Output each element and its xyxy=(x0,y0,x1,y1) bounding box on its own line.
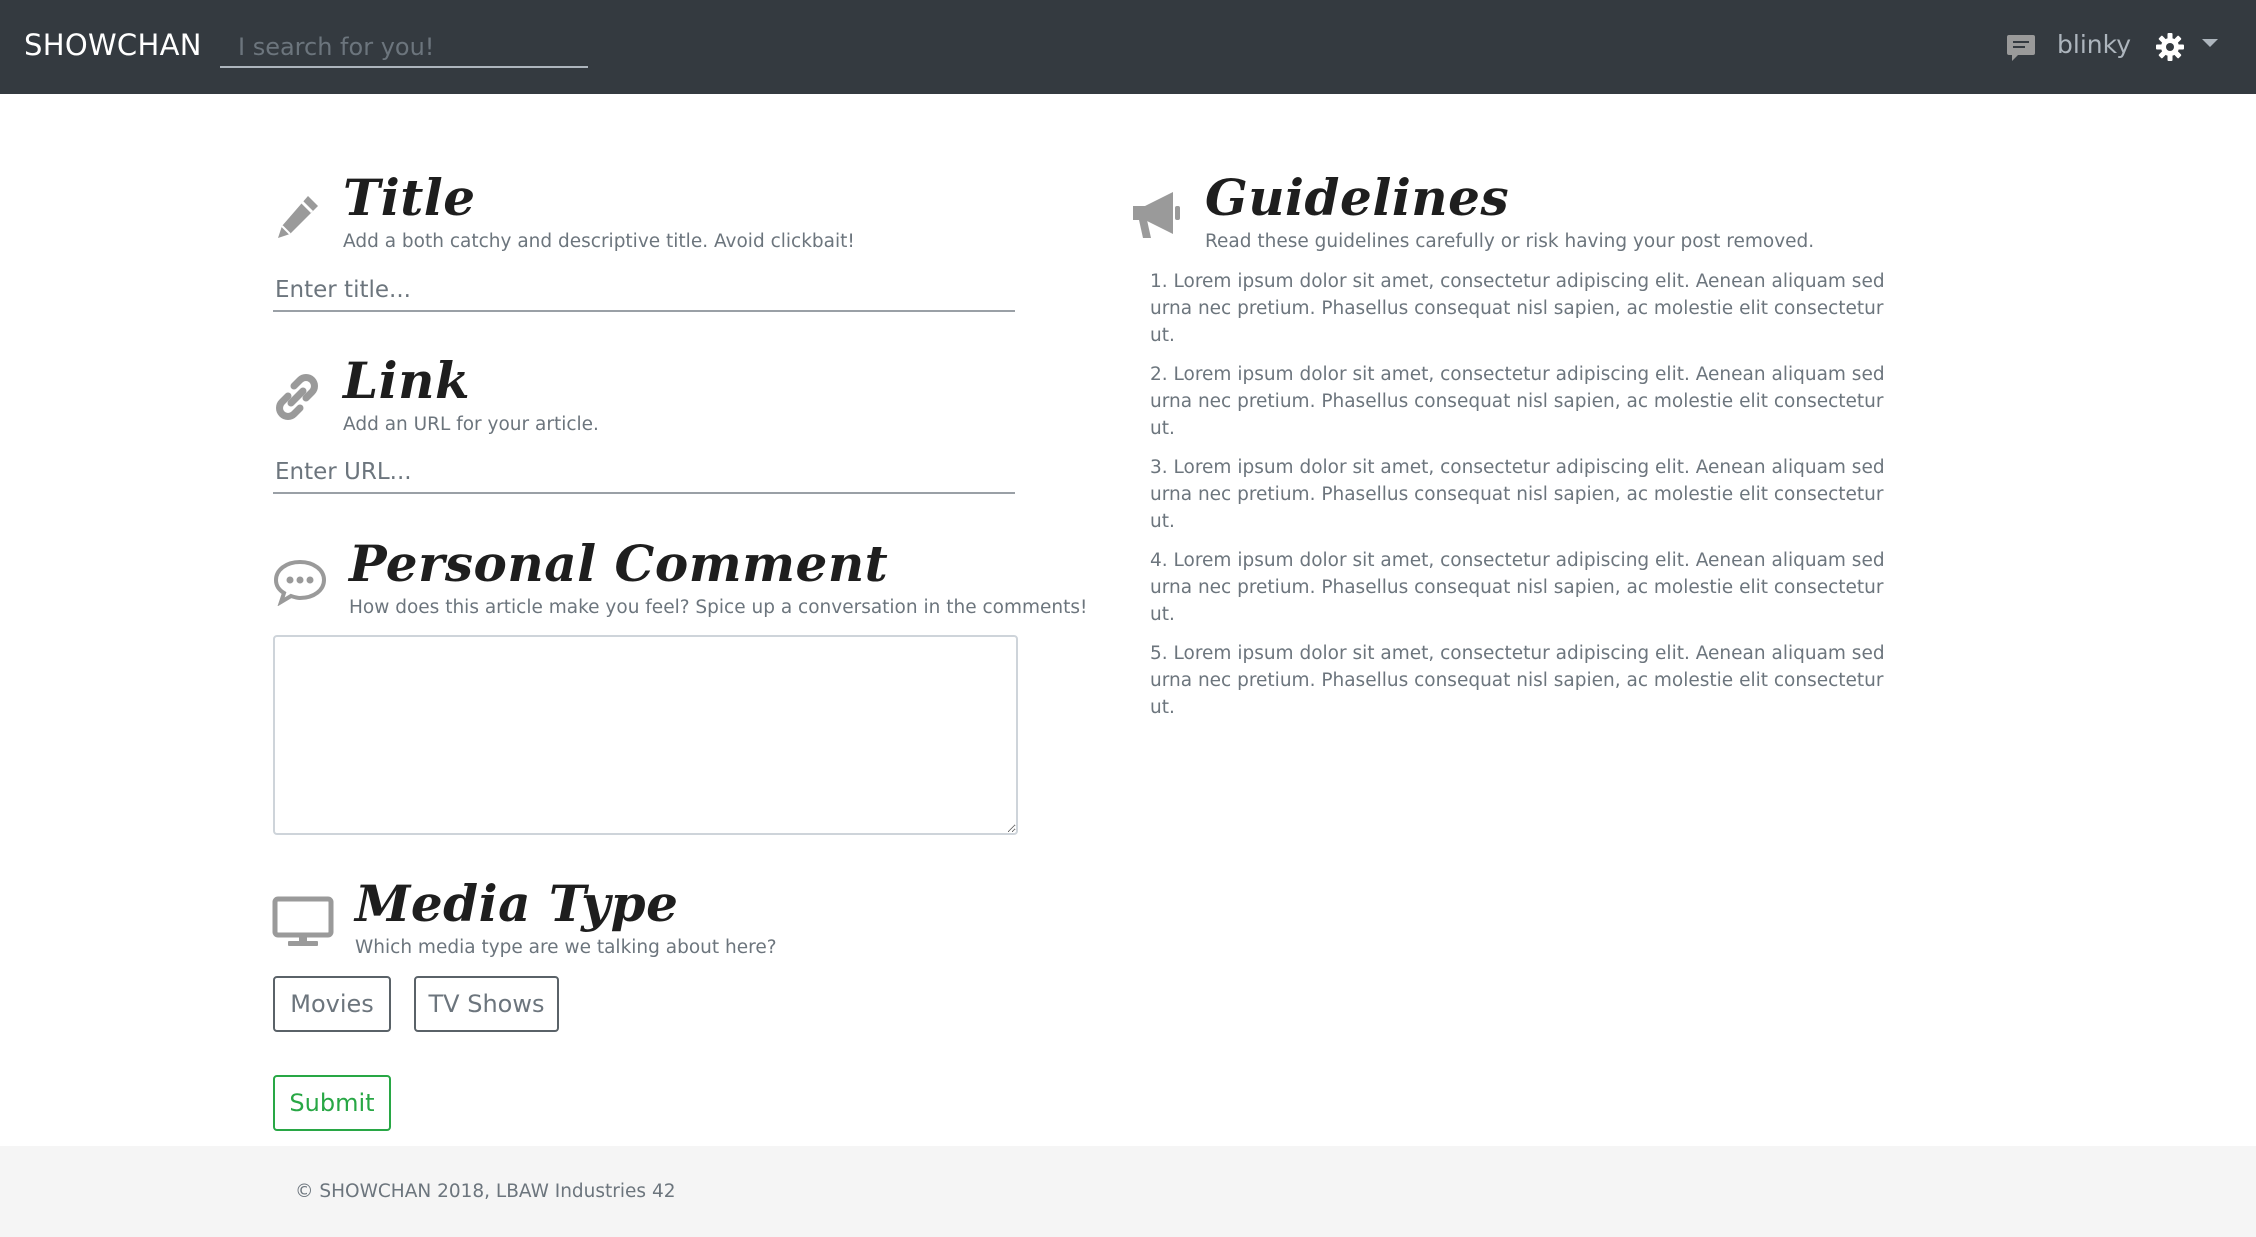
guideline-item: 5. Lorem ipsum dolor sit amet, consectet… xyxy=(1150,643,1885,718)
guideline-item: 3. Lorem ipsum dolor sit amet, consectet… xyxy=(1150,457,1885,532)
title-input[interactable] xyxy=(273,276,1015,312)
media-heading: Media Type xyxy=(355,874,679,933)
copyright-text: © SHOWCHAN 2018, LBAW Industries 42 xyxy=(295,1181,676,1202)
link-subtitle: Add an URL for your article. xyxy=(343,414,599,435)
chat-icon[interactable] xyxy=(2005,32,2037,64)
navbar: SHOWCHAN blinky xyxy=(0,0,2256,94)
media-option-movies[interactable]: Movies xyxy=(273,976,391,1032)
media-option-tv-shows[interactable]: TV Shows xyxy=(414,976,559,1032)
submit-button[interactable]: Submit xyxy=(273,1075,391,1131)
pencil-icon xyxy=(278,196,318,238)
comment-heading: Personal Comment xyxy=(349,534,889,593)
title-subtitle: Add a both catchy and descriptive title.… xyxy=(343,231,855,252)
guidelines-heading: Guidelines xyxy=(1205,168,1510,227)
link-icon xyxy=(276,374,318,420)
guidelines-list: 1. Lorem ipsum dolor sit amet, consectet… xyxy=(1150,268,1910,733)
megaphone-icon xyxy=(1133,192,1180,238)
monitor-icon xyxy=(272,896,334,946)
gear-icon[interactable] xyxy=(2155,32,2185,62)
chevron-down-icon[interactable] xyxy=(2202,39,2218,47)
url-input[interactable] xyxy=(273,458,1015,494)
media-subtitle: Which media type are we talking about he… xyxy=(355,937,777,958)
comment-dots-icon xyxy=(273,559,327,606)
brand-logo[interactable]: SHOWCHAN xyxy=(24,28,202,62)
guideline-item: 2. Lorem ipsum dolor sit amet, consectet… xyxy=(1150,364,1885,439)
guideline-item: 1. Lorem ipsum dolor sit amet, consectet… xyxy=(1150,271,1885,346)
guidelines-subtitle: Read these guidelines carefully or risk … xyxy=(1205,231,1815,252)
comment-textarea[interactable] xyxy=(273,635,1018,835)
title-heading: Title xyxy=(343,168,476,227)
link-heading: Link xyxy=(343,351,471,410)
guideline-item: 4. Lorem ipsum dolor sit amet, consectet… xyxy=(1150,550,1885,625)
comment-subtitle: How does this article make you feel? Spi… xyxy=(349,597,1088,618)
search-input[interactable] xyxy=(220,28,588,68)
username-link[interactable]: blinky xyxy=(2057,30,2131,59)
footer: © SHOWCHAN 2018, LBAW Industries 42 xyxy=(0,1146,2256,1237)
